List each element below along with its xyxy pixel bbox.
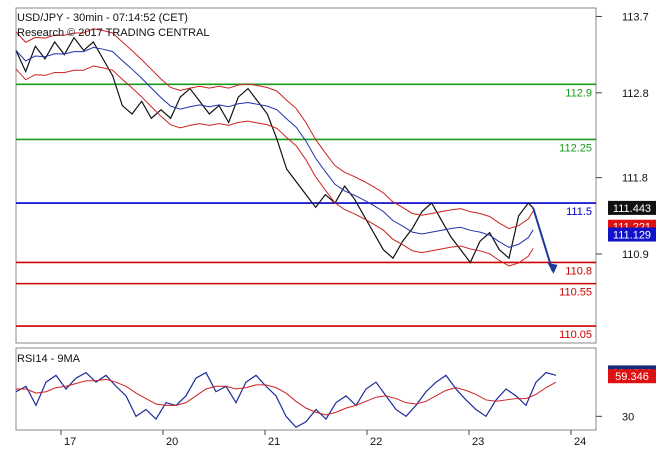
level-label: 111.5 xyxy=(566,206,592,218)
rsi-label: RSI14 - 9MA xyxy=(17,353,81,365)
x-tick-label: 23 xyxy=(472,436,484,448)
rsi-badge-label: 59.346 xyxy=(615,371,649,383)
x-tick-label: 21 xyxy=(268,436,280,448)
level-label: 110.05 xyxy=(559,329,592,341)
rsi-tick-label: 30 xyxy=(622,411,634,423)
forex-chart: 113.7 112.8 111.8 110.9 112.9 112.25 111.5 110.… xyxy=(0,0,664,449)
x-tick-label: 17 xyxy=(64,436,76,448)
chart-subtitle: Research © 2017 TRADING CENTRAL xyxy=(17,27,210,39)
price-tick-label: 111.8 xyxy=(622,173,648,185)
x-tick-label: 20 xyxy=(166,436,178,448)
level-label: 112.25 xyxy=(559,142,592,154)
price-tick-label: 110.9 xyxy=(622,249,649,261)
level-label: 110.8 xyxy=(565,265,592,277)
chart-title: USD/JPY - 30min - 07:14:52 (CET) xyxy=(17,12,188,24)
price-badge-label: 111.443 xyxy=(613,203,651,215)
level-label: 112.9 xyxy=(565,87,592,99)
x-tick-label: 24 xyxy=(574,436,586,448)
price-badge-label: 111.129 xyxy=(613,230,651,242)
price-tick-label: 112.8 xyxy=(622,88,649,100)
chart-root: 113.7 112.8 111.8 110.9 112.9 112.25 111.5 110.… xyxy=(0,0,664,449)
x-tick-label: 22 xyxy=(370,436,382,448)
price-tick-label: 113.7 xyxy=(622,11,649,23)
level-label: 110.55 xyxy=(559,287,592,299)
